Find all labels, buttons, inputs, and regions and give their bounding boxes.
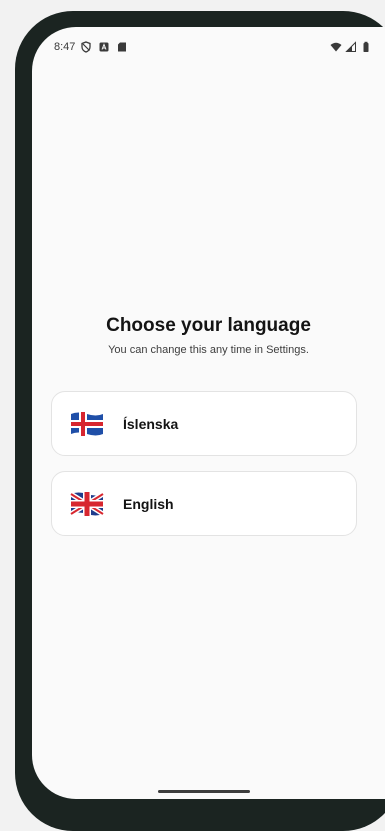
page-title: Choose your language [106, 315, 311, 336]
sd-card-icon [118, 42, 126, 52]
language-label: English [123, 495, 174, 512]
wifi-icon [330, 42, 342, 52]
language-option-islenska[interactable]: Íslenska [51, 391, 357, 456]
status-time: 8:47 [54, 41, 76, 53]
iceland-flag-icon [71, 411, 103, 436]
battery-icon [363, 41, 369, 52]
uk-flag-icon [69, 491, 105, 516]
language-list: Íslenska English [51, 391, 357, 551]
page-subtitle: You can change this any time in Settings… [108, 344, 309, 356]
status-bar: 8:47 [32, 27, 385, 69]
home-indicator[interactable] [158, 790, 250, 793]
status-left-icons [80, 40, 128, 54]
notification-a-icon [99, 42, 109, 52]
language-label: Íslenska [123, 415, 179, 432]
shield-icon [81, 41, 91, 53]
status-right-icons [330, 40, 372, 54]
cell-signal-icon [345, 41, 356, 52]
language-header: Choose your language You can change this… [32, 313, 385, 358]
app-screen: 8:47 Choose your language You can change… [32, 27, 385, 799]
language-option-english[interactable]: English [51, 471, 357, 536]
